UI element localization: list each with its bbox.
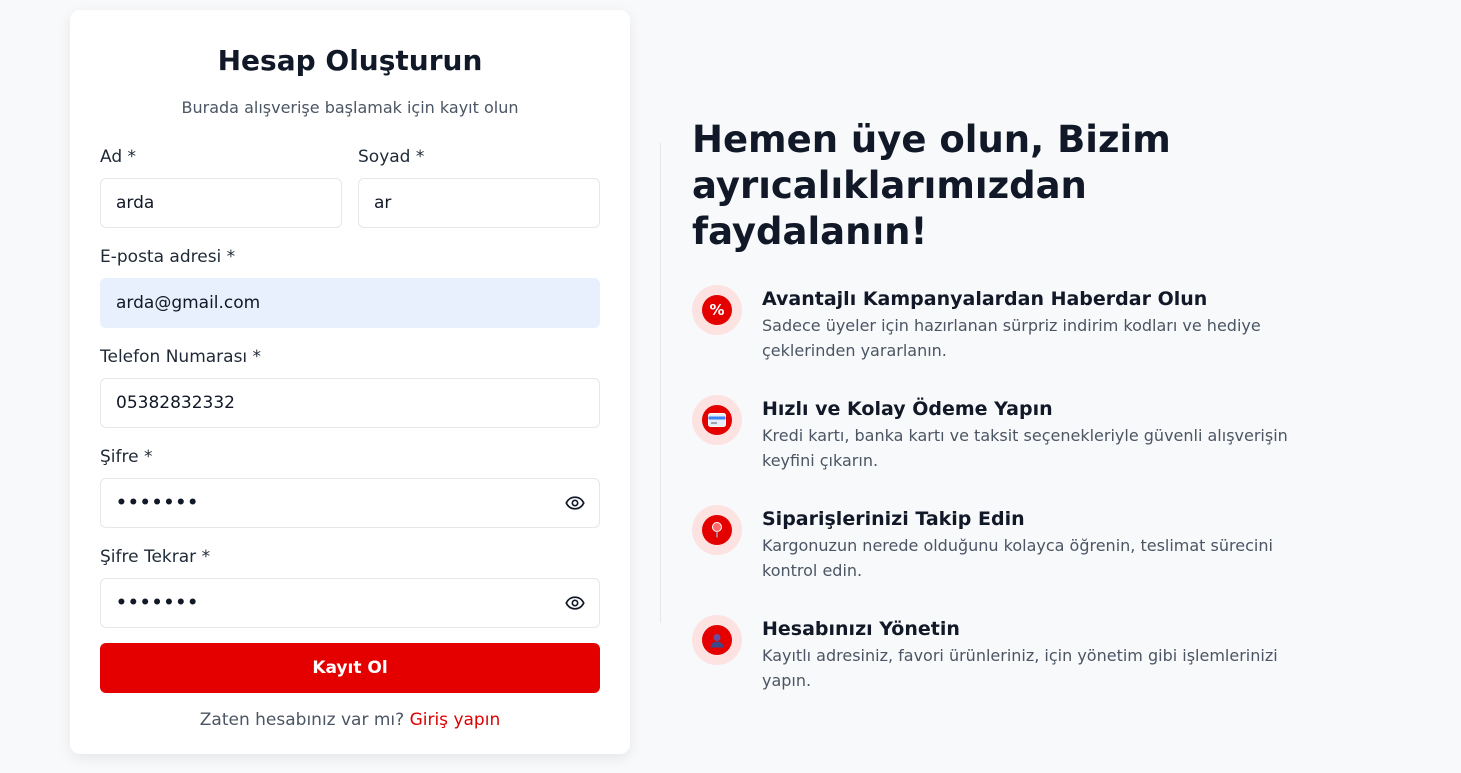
- promo-headline-line1: Hemen üye olun, Bizim: [692, 118, 1171, 161]
- feature-description: Kayıtlı adresiniz, favori ürünleriniz, i…: [762, 646, 1278, 690]
- phone-group: Telefon Numarası * 05382832332: [100, 346, 600, 428]
- user-icon: [702, 625, 732, 655]
- email-label: E-posta adresi *: [100, 247, 236, 267]
- first-name-label: Ad *: [100, 147, 137, 167]
- page-title: Hesap Oluşturun: [217, 44, 483, 77]
- password-confirm-input[interactable]: •••••••: [100, 578, 600, 628]
- percent-icon: %: [702, 295, 732, 325]
- feature-title: Hızlı ve Kolay Ödeme Yapın: [762, 398, 1053, 420]
- feature-icon-circle: [692, 615, 742, 665]
- location-pin-icon: [702, 515, 732, 545]
- password-confirm-label: Şifre Tekrar *: [100, 547, 211, 567]
- password-group: Şifre * •••••••: [100, 446, 600, 528]
- feature-item: Hızlı ve Kolay Ödeme Yapın Kredi kartı, …: [692, 395, 1312, 507]
- feature-item: % Avantajlı Kampanyalardan Haberdar Olun…: [692, 285, 1312, 397]
- name-row: Ad * arda Soyad * ar: [100, 146, 600, 228]
- phone-input[interactable]: 05382832332: [100, 378, 600, 428]
- last-name-group: Soyad * ar: [358, 146, 600, 228]
- password-label: Şifre *: [100, 447, 153, 467]
- feature-title: Hesabınızı Yönetin: [762, 618, 960, 640]
- password-value: •••••••: [116, 493, 200, 513]
- first-name-input[interactable]: arda: [100, 178, 342, 228]
- last-name-input[interactable]: ar: [358, 178, 600, 228]
- password-input[interactable]: •••••••: [100, 478, 600, 528]
- password-confirm-value: •••••••: [116, 593, 200, 613]
- phone-label: Telefon Numarası *: [100, 347, 262, 367]
- promo-headline: Hemen üye olun, Bizim ayrıcalıklarımızda…: [692, 117, 1312, 255]
- feature-list: % Avantajlı Kampanyalardan Haberdar Olun…: [692, 285, 1312, 727]
- login-prompt: Zaten hesabınız var mı? Giriş yapın: [100, 710, 600, 730]
- feature-item: Hesabınızı Yönetin Kayıtlı adresiniz, fa…: [692, 615, 1312, 727]
- feature-icon-circle: [692, 505, 742, 555]
- eye-icon[interactable]: [565, 493, 585, 513]
- feature-description: Sadece üyeler için hazırlanan sürpriz in…: [762, 316, 1261, 360]
- email-group: E-posta adresi * arda@gmail.com: [100, 246, 600, 328]
- feature-description: Kargonuzun nerede olduğunu kolayca öğren…: [762, 536, 1273, 580]
- register-button[interactable]: Kayıt Ol: [100, 643, 600, 693]
- feature-item: Siparişlerinizi Takip Edin Kargonuzun ne…: [692, 505, 1312, 617]
- promo-panel: Hemen üye olun, Bizim ayrıcalıklarımızda…: [692, 117, 1312, 727]
- register-card: Hesap Oluşturun Burada alışverişe başlam…: [70, 10, 630, 754]
- feature-title: Siparişlerinizi Takip Edin: [762, 508, 1025, 530]
- eye-icon[interactable]: [565, 593, 585, 613]
- feature-icon-circle: %: [692, 285, 742, 335]
- login-prompt-text: Zaten hesabınız var mı?: [199, 710, 405, 730]
- feature-description: Kredi kartı, banka kartı ve taksit seçen…: [762, 426, 1288, 470]
- email-input[interactable]: arda@gmail.com: [100, 278, 600, 328]
- promo-headline-line2: ayrıcalıklarımızdan faydalanın!: [692, 164, 1087, 253]
- last-name-label: Soyad *: [358, 147, 425, 167]
- first-name-group: Ad * arda: [100, 146, 342, 228]
- vertical-divider: [660, 143, 661, 623]
- password-confirm-group: Şifre Tekrar * •••••••: [100, 546, 600, 628]
- login-link[interactable]: Giriş yapın: [410, 710, 501, 730]
- credit-card-icon: [702, 405, 732, 435]
- feature-title: Avantajlı Kampanyalardan Haberdar Olun: [762, 288, 1208, 310]
- page-subtitle: Burada alışverişe başlamak için kayıt ol…: [181, 98, 519, 117]
- feature-icon-circle: [692, 395, 742, 445]
